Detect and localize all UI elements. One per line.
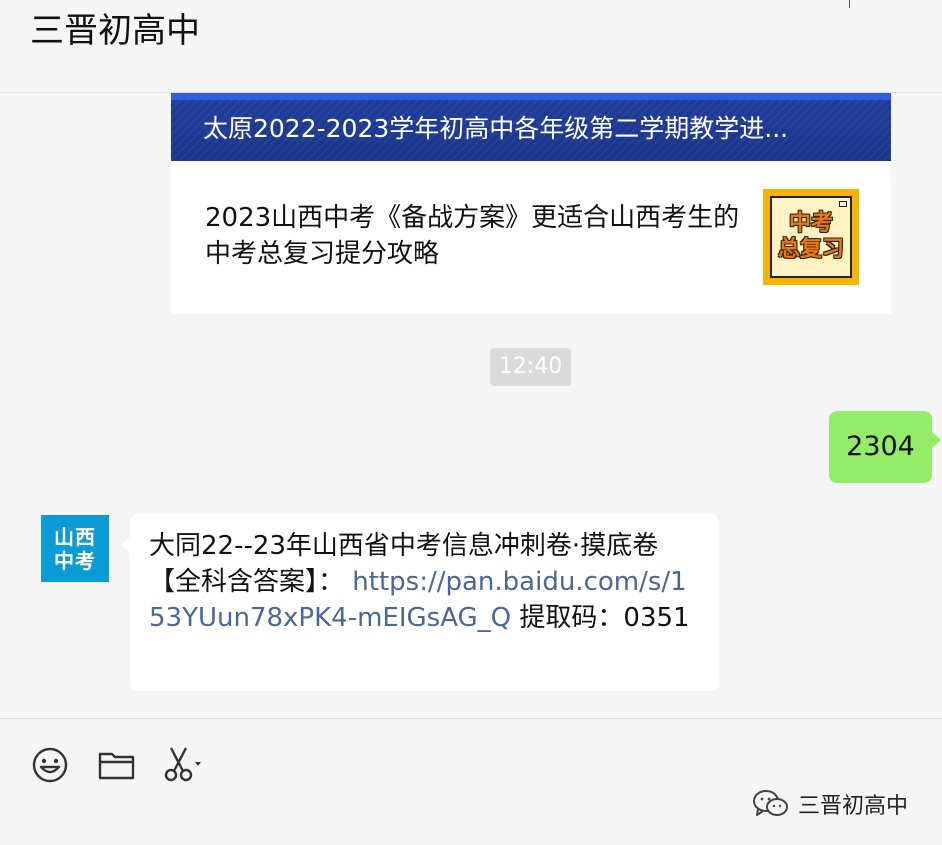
outgoing-message-bubble[interactable]: 2304 (829, 411, 941, 483)
timestamp-badge: 12:40 (490, 348, 571, 386)
input-toolbar: 三晋初高中 (0, 718, 942, 845)
avatar-line-1: 山西 (54, 524, 96, 549)
chat-title: 三晋初高中 (30, 11, 200, 51)
watermark: 三晋初高中 (752, 789, 908, 819)
thumbnail-line-1: 中考 (788, 211, 833, 236)
chat-area[interactable]: 太原2022-2023学年初高中各年级第二学期教学进... 2023山西中考《备… (0, 93, 942, 718)
article-item-title: 2023山西中考《备战方案》更适合山西考生的中考总复习提分攻略 (205, 203, 740, 269)
avatar-line-2: 中考 (54, 548, 96, 573)
avatar[interactable]: 山西 中考 (41, 515, 109, 582)
header-divider (849, 0, 850, 8)
message-extract-code: 提取码：0351 (519, 603, 690, 633)
article-list-item[interactable]: 2023山西中考《备战方案》更适合山西考生的中考总复习提分攻略 中考 总复习 (171, 161, 891, 314)
incoming-message-bubble[interactable]: 大同22--23年山西省中考信息冲刺卷·摸底卷【全科含答案】： https://… (121, 514, 719, 691)
article-thumbnail: 中考 总复习 (763, 189, 859, 285)
article-banner[interactable]: 太原2022-2023学年初高中各年级第二学期教学进... (171, 93, 891, 161)
chat-header: 三晋初高中 (0, 0, 942, 93)
thumbnail-line-2: 总复习 (777, 237, 844, 262)
emoji-icon[interactable] (30, 745, 70, 785)
thumbnail-frame: 中考 总复习 (770, 196, 852, 278)
article-card[interactable]: 太原2022-2023学年初高中各年级第二学期教学进... 2023山西中考《备… (171, 93, 891, 314)
scissors-icon[interactable] (162, 745, 206, 785)
folder-icon[interactable] (97, 745, 137, 785)
watermark-text: 三晋初高中 (798, 794, 909, 819)
wechat-logo-icon (753, 790, 788, 816)
article-banner-title: 太原2022-2023学年初高中各年级第二学期教学进... (203, 114, 789, 143)
